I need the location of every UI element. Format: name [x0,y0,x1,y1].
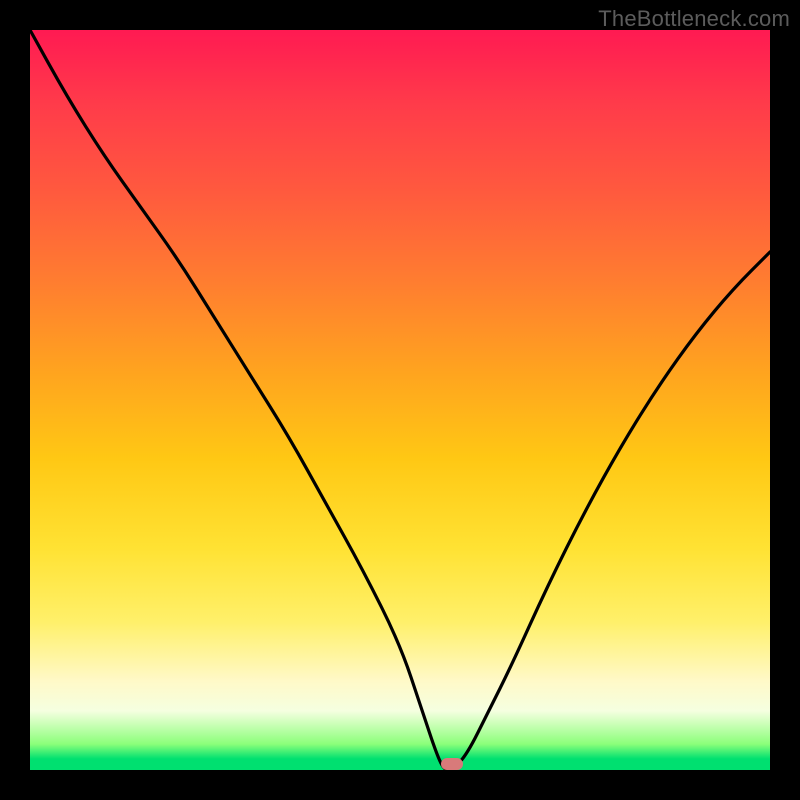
chart-frame: TheBottleneck.com [0,0,800,800]
plot-area [30,30,770,770]
optimal-point-marker [441,758,463,770]
bottleneck-curve [30,30,770,770]
watermark-text: TheBottleneck.com [598,6,790,32]
